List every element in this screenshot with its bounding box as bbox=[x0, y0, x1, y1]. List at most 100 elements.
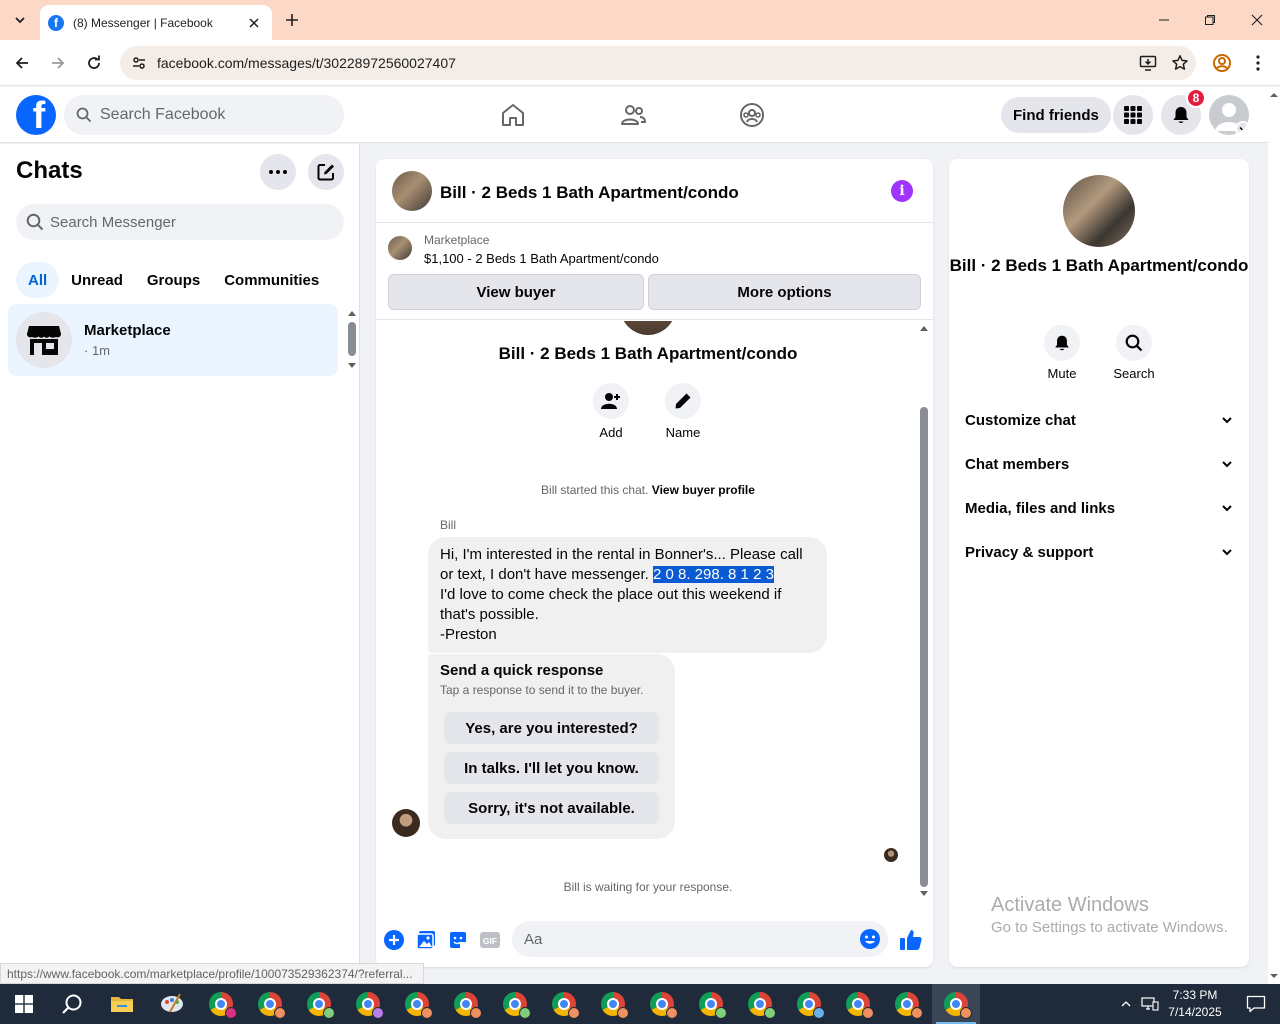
taskbar-chrome-window[interactable] bbox=[344, 984, 392, 1024]
name-chat-action[interactable]: Name bbox=[653, 383, 713, 440]
incoming-message-bubble[interactable]: Hi, I'm interested in the rental in Bonn… bbox=[428, 537, 827, 653]
thread-scroll-thumb[interactable] bbox=[920, 407, 928, 887]
search-in-chat-action[interactable]: Search bbox=[1104, 325, 1164, 381]
filter-groups[interactable]: Groups bbox=[135, 262, 212, 298]
reload-button[interactable] bbox=[82, 51, 106, 75]
url-text[interactable]: facebook.com/messages/t/3022897256002740… bbox=[157, 55, 1132, 71]
taskbar-chrome-window[interactable] bbox=[589, 984, 637, 1024]
attach-photo-icon[interactable] bbox=[415, 929, 437, 951]
install-app-icon[interactable] bbox=[1132, 47, 1164, 79]
forward-button[interactable] bbox=[46, 51, 70, 75]
taskbar-chrome-window[interactable] bbox=[540, 984, 588, 1024]
taskbar-chrome-window[interactable] bbox=[393, 984, 441, 1024]
chat-list-scrollbar[interactable] bbox=[344, 306, 360, 372]
taskbar-clock[interactable]: 7:33 PM 7/14/2025 bbox=[1160, 987, 1230, 1021]
browser-menu-button[interactable] bbox=[1246, 51, 1270, 75]
restore-window-button[interactable] bbox=[1187, 0, 1233, 40]
chrome-icon bbox=[944, 992, 972, 1019]
quick-response-option[interactable]: Sorry, it's not available. bbox=[444, 792, 659, 824]
start-button[interactable] bbox=[0, 984, 48, 1024]
message-input-wrapper[interactable] bbox=[512, 921, 888, 957]
taskbar-chrome-window[interactable] bbox=[442, 984, 490, 1024]
taskbar-search-button[interactable] bbox=[48, 984, 96, 1024]
show-hidden-icons-button[interactable] bbox=[1114, 984, 1138, 1024]
new-message-button[interactable] bbox=[308, 154, 344, 190]
tab-search-button[interactable] bbox=[8, 8, 32, 32]
menu-button[interactable] bbox=[1113, 95, 1153, 135]
facebook-search[interactable] bbox=[64, 95, 344, 135]
customize-chat-section[interactable]: Customize chat bbox=[957, 398, 1241, 442]
sender-avatar[interactable] bbox=[392, 809, 420, 837]
close-tab-icon[interactable] bbox=[246, 15, 262, 31]
browser-tab-messenger[interactable]: f (8) Messenger | Facebook bbox=[40, 5, 272, 40]
thumbs-up-icon[interactable] bbox=[898, 927, 924, 953]
chrome-icon bbox=[846, 992, 874, 1019]
conversation-avatar[interactable] bbox=[392, 171, 432, 211]
add-people-action[interactable]: Add bbox=[581, 383, 641, 440]
friends-nav-button[interactable] bbox=[613, 95, 653, 135]
file-explorer-button[interactable] bbox=[98, 984, 146, 1024]
taskbar-chrome-window[interactable] bbox=[687, 984, 735, 1024]
view-buyer-button[interactable]: View buyer bbox=[388, 274, 644, 310]
back-button[interactable] bbox=[10, 51, 34, 75]
network-status-button[interactable] bbox=[1138, 984, 1162, 1024]
more-actions-plus-icon[interactable] bbox=[383, 929, 405, 951]
taskbar-chrome-window[interactable] bbox=[491, 984, 539, 1024]
taskbar-chrome-window[interactable] bbox=[785, 984, 833, 1024]
home-nav-button[interactable] bbox=[493, 95, 533, 135]
site-info-icon[interactable] bbox=[122, 46, 156, 80]
message-text-part2: I'd love to come check the place out thi… bbox=[440, 586, 782, 623]
profile-button[interactable] bbox=[1210, 51, 1234, 75]
filter-communities[interactable]: Communities bbox=[212, 262, 331, 298]
quick-response-option[interactable]: In talks. I'll let you know. bbox=[444, 752, 659, 784]
filter-all[interactable]: All bbox=[16, 262, 60, 298]
thread-scrollbar[interactable] bbox=[917, 321, 931, 901]
chat-list-item-marketplace[interactable]: Marketplace · 1m bbox=[8, 304, 338, 376]
taskbar-chrome-window[interactable] bbox=[736, 984, 784, 1024]
chevron-down-icon bbox=[1222, 505, 1232, 512]
conversation-info-panel: Bill · 2 Beds 1 Bath Apartment/condo Mut… bbox=[949, 159, 1249, 967]
quick-response-option[interactable]: Yes, are you interested? bbox=[444, 712, 659, 744]
notification-center-button[interactable] bbox=[1232, 984, 1280, 1024]
new-tab-button[interactable] bbox=[280, 8, 304, 32]
more-options-button[interactable]: More options bbox=[648, 274, 921, 310]
view-buyer-profile-link[interactable]: View buyer profile bbox=[652, 483, 755, 497]
taskbar-chrome-window[interactable] bbox=[883, 984, 931, 1024]
conversation-title[interactable]: Bill · 2 Beds 1 Bath Apartment/condo bbox=[440, 183, 739, 203]
add-label: Add bbox=[599, 425, 623, 440]
chat-members-section[interactable]: Chat members bbox=[957, 442, 1241, 486]
privacy-support-section[interactable]: Privacy & support bbox=[957, 530, 1241, 574]
search-icon bbox=[1116, 325, 1152, 361]
bookmark-star-icon[interactable] bbox=[1164, 47, 1196, 79]
facebook-search-input[interactable] bbox=[100, 106, 320, 124]
taskbar-chrome-window[interactable] bbox=[197, 984, 245, 1024]
emoji-icon[interactable] bbox=[858, 927, 882, 951]
mute-label: Mute bbox=[1047, 366, 1077, 381]
facebook-logo-icon[interactable]: f bbox=[16, 95, 56, 135]
account-avatar-button[interactable] bbox=[1209, 95, 1249, 135]
filter-unread[interactable]: Unread bbox=[59, 262, 135, 298]
sticker-icon[interactable] bbox=[447, 929, 469, 951]
listing-title[interactable]: $1,100 - 2 Beds 1 Bath Apartment/condo bbox=[424, 251, 659, 266]
conversation-info-icon[interactable]: i bbox=[891, 180, 913, 202]
taskbar-chrome-window[interactable] bbox=[295, 984, 343, 1024]
taskbar-chrome-window-active[interactable] bbox=[932, 984, 980, 1024]
media-files-links-section[interactable]: Media, files and links bbox=[957, 486, 1241, 530]
find-friends-button[interactable]: Find friends bbox=[1001, 97, 1111, 133]
chat-options-button[interactable] bbox=[260, 154, 296, 190]
taskbar-chrome-window[interactable] bbox=[638, 984, 686, 1024]
taskbar-chrome-window[interactable] bbox=[246, 984, 294, 1024]
taskbar-chrome-window[interactable] bbox=[834, 984, 882, 1024]
gif-icon[interactable]: GIF bbox=[479, 929, 501, 951]
groups-nav-button[interactable] bbox=[732, 95, 772, 135]
minimize-window-button[interactable] bbox=[1141, 0, 1187, 40]
messenger-search-input[interactable] bbox=[50, 213, 310, 231]
message-input[interactable] bbox=[524, 930, 844, 948]
paint-app-button[interactable] bbox=[148, 984, 196, 1024]
page-scrollbar[interactable] bbox=[1268, 87, 1280, 984]
close-window-button[interactable] bbox=[1234, 0, 1280, 40]
address-bar[interactable]: facebook.com/messages/t/3022897256002740… bbox=[120, 46, 1196, 80]
messenger-search[interactable] bbox=[16, 204, 344, 240]
reload-icon bbox=[88, 55, 100, 69]
mute-action[interactable]: Mute bbox=[1032, 325, 1092, 381]
